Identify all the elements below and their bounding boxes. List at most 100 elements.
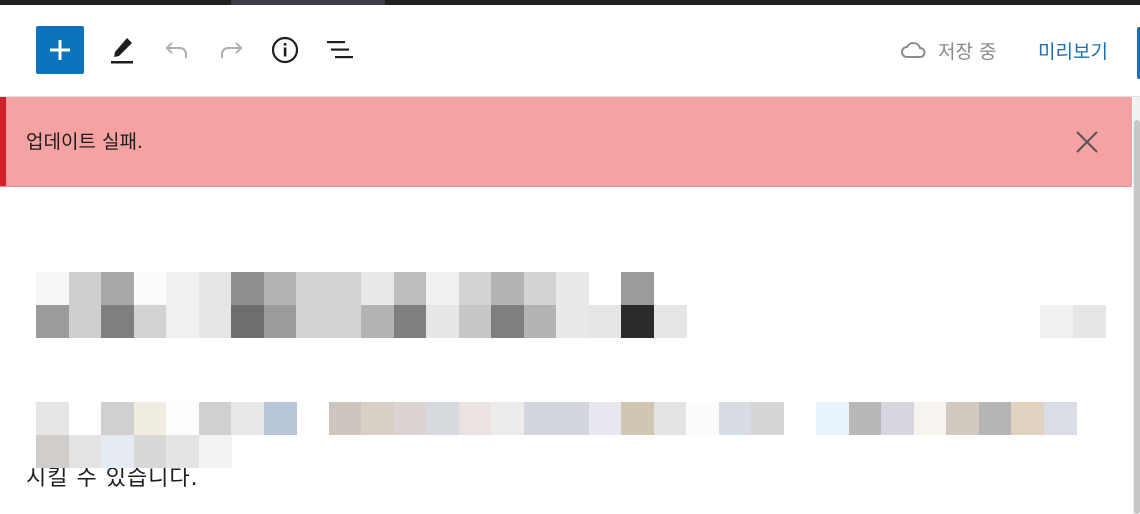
redo-button[interactable] (214, 33, 248, 67)
notice-bar (0, 97, 6, 186)
paragraph-tile (328, 402, 362, 435)
heading-tile (458, 304, 492, 338)
heading-tile (491, 304, 524, 338)
paragraph-tile (816, 402, 849, 435)
heading-tile (328, 304, 362, 338)
paragraph-tile (848, 402, 882, 435)
paragraph-tile (978, 402, 1012, 435)
paragraph-tile (621, 402, 654, 435)
paragraph-tile (946, 402, 979, 435)
tools-button[interactable] (105, 33, 139, 67)
paragraph-tile (101, 434, 134, 468)
paragraph-tile (881, 402, 914, 435)
heading-tile (133, 272, 167, 305)
paragraph-tile (686, 402, 719, 435)
heading-tile (426, 272, 459, 305)
paragraph-tile (198, 402, 232, 435)
info-icon (271, 36, 299, 64)
paragraph-tile (36, 434, 69, 468)
paragraph-tile (393, 402, 427, 435)
heading-tile (296, 272, 329, 305)
paragraph-tile (101, 402, 134, 435)
paragraph-tile (913, 402, 947, 435)
saving-status: 저장 중 (900, 35, 996, 65)
redo-icon (221, 42, 243, 58)
paragraph-tile (36, 402, 69, 435)
paragraph-tile (68, 434, 102, 468)
details-button[interactable] (268, 33, 302, 67)
heading-tile (361, 304, 394, 338)
heading-end-tile (1072, 305, 1106, 338)
heading-tile (653, 304, 687, 338)
heading-tile (36, 272, 69, 305)
heading-tile (198, 272, 232, 305)
editor-window: 저장 중 미리보기 업데이트 실패. 시킬 수 있습니다. (0, 0, 1140, 514)
heading-tile (621, 304, 654, 338)
paragraph-tile (231, 402, 264, 435)
paragraph-tile (198, 434, 232, 468)
paragraph-tile (263, 402, 297, 435)
heading-tile (523, 272, 557, 305)
undo-button[interactable] (160, 33, 194, 67)
heading-tile (36, 304, 69, 338)
paragraph-tile (523, 402, 557, 435)
saving-label: 저장 중 (938, 40, 997, 63)
heading-tile (166, 272, 199, 305)
error-notice: 업데이트 실패. (0, 97, 1132, 187)
paragraph-tile (458, 402, 492, 435)
preview-button[interactable]: 미리보기 (1038, 35, 1108, 65)
paragraph-tile (166, 402, 199, 435)
close-icon (1076, 131, 1098, 153)
scrollbar-thumb[interactable] (1134, 120, 1140, 514)
paragraph-tile (588, 402, 622, 435)
heading-tile (263, 272, 297, 305)
paragraph-tile (751, 402, 784, 435)
paragraph-tile (556, 402, 589, 435)
heading-tile (133, 304, 167, 338)
heading-tile (263, 304, 297, 338)
add-block-button[interactable] (36, 26, 84, 74)
list-view-icon (327, 41, 353, 59)
heading-tile (231, 304, 264, 338)
paragraph-tile (491, 402, 524, 435)
paragraph-tile (1011, 402, 1044, 435)
heading-tile (231, 272, 264, 305)
heading-tile (458, 272, 492, 305)
heading-tile (491, 272, 524, 305)
pencil-icon (111, 38, 133, 64)
editor-toolbar: 저장 중 미리보기 (0, 5, 1140, 97)
heading-tile (621, 272, 654, 305)
heading-tile (68, 272, 102, 305)
notice-message: 업데이트 실패. (26, 131, 143, 153)
heading-tile (556, 304, 589, 338)
paragraph-tile (718, 402, 752, 435)
preview-label: 미리보기 (1038, 40, 1108, 63)
heading-tile (68, 304, 102, 338)
paragraph-tile (133, 434, 167, 468)
heading-tile (588, 304, 622, 338)
heading-end-tile (1040, 305, 1073, 338)
heading-tile (101, 304, 134, 338)
heading-tile (296, 304, 329, 338)
paragraph-tile (653, 402, 687, 435)
cloud-icon (901, 42, 926, 58)
heading-tile (101, 272, 134, 305)
paragraph-tile (426, 402, 459, 435)
notice-close-button[interactable] (1072, 127, 1102, 157)
heading-tile (198, 304, 232, 338)
paragraph-tile (1043, 402, 1077, 435)
undo-icon (165, 42, 187, 58)
heading-tile (393, 272, 427, 305)
heading-tile (393, 304, 427, 338)
list-view-button[interactable] (323, 33, 357, 67)
paragraph-tile (68, 402, 102, 435)
heading-tile (426, 304, 459, 338)
heading-tile (523, 304, 557, 338)
plus-icon (50, 40, 70, 60)
heading-tile (361, 272, 394, 305)
heading-tile (328, 272, 362, 305)
paragraph-tile (166, 434, 199, 468)
paragraph-tile (133, 402, 167, 435)
heading-tile (166, 304, 199, 338)
heading-tile (556, 272, 589, 305)
